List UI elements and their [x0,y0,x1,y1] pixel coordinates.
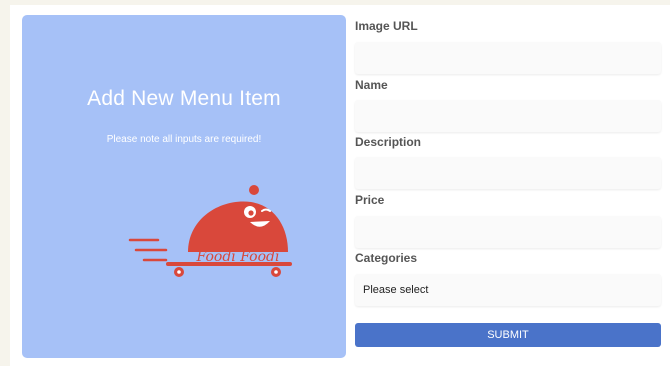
image-url-label: Image URL [355,19,418,33]
wheel-hub [177,270,181,274]
categories-selected-value: Please select [363,284,429,296]
description-input[interactable] [355,157,661,189]
panel-note: Please note all inputs are required! [106,134,262,145]
foodi-logo: Foodi Foodi [128,185,292,277]
image-url-input[interactable] [355,42,661,74]
panel-title: Add New Menu Item [87,87,281,110]
categories-select[interactable]: Please select [355,274,661,306]
description-label: Description [355,135,422,149]
cloche-dome [188,201,288,252]
cloche-pupil [248,210,254,216]
name-input[interactable] [355,100,661,132]
cloche-knob [249,185,259,195]
info-panel: Add New Menu Item Please note all inputs… [22,15,346,358]
submit-button[interactable]: SUBMIT [355,323,661,347]
name-label: Name [355,78,388,92]
categories-label: Categories [355,251,418,265]
price-input[interactable] [355,216,661,248]
price-label: Price [355,193,385,207]
logo-text: Foodi Foodi [196,249,280,265]
wheel-hub [274,270,278,274]
